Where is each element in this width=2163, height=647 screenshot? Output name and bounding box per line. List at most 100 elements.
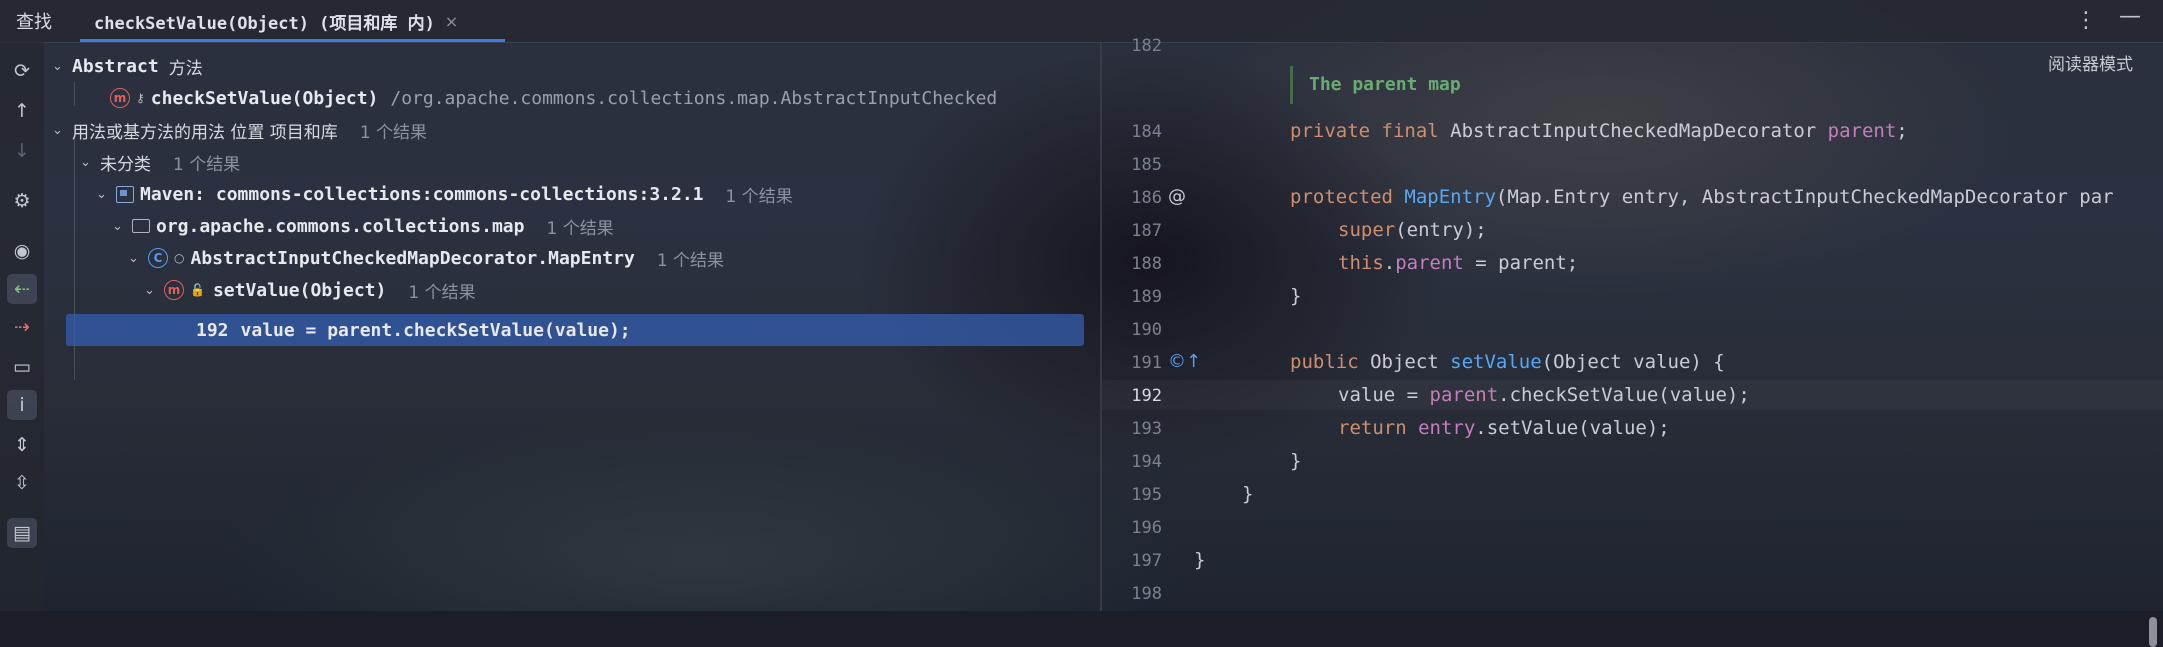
line-number: 186 — [1131, 188, 1162, 208]
method-icon: m — [164, 280, 184, 300]
chevron-down-icon[interactable]: ⌄ — [144, 283, 164, 298]
package-icon — [132, 219, 150, 233]
find-tool-window-header: 查找 checkSetValue(Object) (项目和库 内) × ⋮ — — [0, 0, 2163, 43]
chevron-down-icon[interactable]: ⌄ — [128, 251, 148, 266]
usages-group-label: 用法或基方法的用法 位置 项目和库 — [72, 122, 338, 143]
implements-gutter-icon[interactable]: ©↑ — [1168, 351, 1201, 372]
method-label: setValue(Object) — [212, 279, 387, 301]
type-name: AbstractInputCheckedMapDecorator — [1450, 120, 1828, 142]
method-icon: m — [110, 88, 130, 108]
chevron-down-icon[interactable]: ⌄ — [52, 59, 72, 74]
code-line: this.parent = parent; — [1338, 252, 1578, 274]
annotation-gutter-icon[interactable]: @ — [1168, 186, 1186, 207]
tree-node-target-header[interactable]: ⌄ Abstract 方法 — [52, 52, 203, 80]
maven-library-label: Maven: commons-collections:commons-colle… — [140, 183, 704, 205]
tree-node-usages[interactable]: ⌄ 用法或基方法的用法 位置 项目和库 1 个结果 — [52, 116, 427, 144]
layout-icon[interactable]: ▤ — [7, 518, 37, 548]
line-number: 193 — [1131, 419, 1162, 439]
chevron-down-icon[interactable]: ⌄ — [80, 155, 100, 170]
code-text: .checkSetValue(value); — [1498, 384, 1750, 406]
chevron-down-icon[interactable]: ⌄ — [52, 123, 72, 138]
chevron-down-icon[interactable]: ⌄ — [112, 219, 132, 234]
keyword: protected — [1290, 186, 1405, 208]
code-text: .setValue(value); — [1475, 417, 1670, 439]
target-method-path: /org.apache.commons.collections.map.Abst… — [390, 87, 998, 109]
line-number: 195 — [1131, 485, 1162, 505]
collapse-all-icon[interactable]: ⇳ — [7, 468, 37, 498]
doc-comment-text: The parent map — [1309, 74, 1461, 95]
target-method-name: checkSetValue(Object) — [150, 87, 379, 109]
doc-comment: The parent map — [1290, 66, 1793, 104]
package-label: org.apache.commons.collections.map — [156, 215, 525, 237]
target-kind-suffix: 方法 — [168, 58, 203, 79]
close-icon[interactable]: × — [445, 12, 458, 31]
settings-icon[interactable]: ⚙ — [7, 186, 37, 216]
type-name: Object — [1370, 351, 1451, 373]
arrow-down-icon[interactable]: ↓ — [7, 136, 37, 166]
method-count: 1 个结果 — [408, 282, 476, 303]
keyword: this — [1338, 252, 1384, 274]
code-line: protected MapEntry(Map.Entry entry, Abst… — [1290, 186, 2114, 208]
line-number: 187 — [1131, 221, 1162, 241]
folder-icon[interactable]: ▭ — [7, 352, 37, 382]
expand-all-icon[interactable]: ⇕ — [7, 430, 37, 460]
keyword: super — [1338, 219, 1396, 241]
reader-mode-button[interactable]: 阅读器模式 — [2048, 50, 2133, 75]
tree-node-package[interactable]: ⌄ org.apache.commons.collections.map 1 个… — [112, 212, 614, 240]
code-line: } — [1242, 483, 1254, 505]
usage-line-number: 192 — [196, 319, 229, 341]
find-tool-window-title: 查找 — [16, 12, 52, 33]
line-number: 198 — [1131, 584, 1162, 604]
uncategorized-count: 1 个结果 — [173, 154, 241, 175]
line-number: 190 — [1131, 320, 1162, 340]
code-line: public Object setValue(Object value) { — [1290, 351, 1725, 373]
lock-icon: 🔓 — [190, 283, 205, 297]
field-name: entry — [1418, 417, 1476, 439]
chevron-down-icon[interactable]: ⌄ — [96, 187, 116, 202]
line-number: 192 — [1131, 386, 1162, 406]
navigate-back-icon[interactable]: ⇠ — [7, 274, 37, 304]
tree-node-method[interactable]: ⌄ m 🔓 setValue(Object) 1 个结果 — [144, 276, 476, 304]
tree-node-usage-line[interactable]: 192 value = parent.checkSetValue(value); — [196, 316, 631, 344]
tree-node-target-method[interactable]: m ⚷ checkSetValue(Object) /org.apache.co… — [110, 84, 997, 112]
info-icon[interactable]: i — [7, 390, 37, 420]
line-number: 184 — [1131, 122, 1162, 142]
usage-line-code: value = parent.checkSetValue(value); — [240, 319, 631, 341]
tab-find-results[interactable]: checkSetValue(Object) (项目和库 内) × — [80, 0, 472, 42]
usages-tree: ⌄ Abstract 方法 m ⚷ checkSetValue(Object) … — [52, 50, 1092, 600]
line-number: 182 — [1131, 36, 1162, 56]
code-line: } — [1290, 450, 1302, 472]
find-toolbar: ⟳ ↑ ↓ ⚙ ◉ ⇠ ⇢ ▭ i ⇕ ⇳ ▤ — [0, 42, 44, 611]
field-name: parent — [1395, 252, 1464, 274]
line-number: 189 — [1131, 287, 1162, 307]
constructor-name: MapEntry — [1404, 186, 1496, 208]
target-kind-label: Abstract — [72, 55, 159, 77]
more-options-icon[interactable]: ⋮ — [2075, 8, 2097, 33]
class-count: 1 个结果 — [656, 250, 725, 271]
tree-node-maven[interactable]: ⌄ Maven: commons-collections:commons-col… — [96, 180, 793, 208]
uncategorized-label: 未分类 — [100, 154, 151, 175]
line-number: 196 — [1131, 518, 1162, 538]
class-icon: C — [148, 248, 168, 268]
usages-count: 1 个结果 — [359, 122, 428, 143]
code-text: (entry); — [1395, 219, 1487, 241]
keyword: return — [1338, 417, 1419, 439]
tree-node-uncategorized[interactable]: ⌄ 未分类 1 个结果 — [80, 148, 240, 176]
arrow-up-icon[interactable]: ↑ — [7, 96, 37, 126]
vertical-scrollbar[interactable] — [2149, 617, 2157, 647]
tree-guide — [74, 82, 75, 106]
class-label: AbstractInputCheckedMapDecorator.MapEntr… — [190, 247, 635, 269]
navigate-forward-icon[interactable]: ⇢ — [7, 312, 37, 342]
maven-count: 1 个结果 — [725, 186, 793, 207]
line-number: 197 — [1131, 551, 1162, 571]
key-icon: ⚷ — [136, 91, 145, 105]
refresh-icon[interactable]: ⟳ — [7, 56, 37, 86]
minimize-icon[interactable]: — — [2119, 4, 2141, 29]
library-icon — [116, 185, 134, 203]
code-line: super(entry); — [1338, 219, 1487, 241]
tree-node-class[interactable]: ⌄ C ○ AbstractInputCheckedMapDecorator.M… — [128, 244, 724, 272]
code-preview[interactable]: 阅读器模式 182 The parent map 184 private fin… — [1102, 36, 2163, 647]
line-number: 185 — [1131, 155, 1162, 175]
code-line: } — [1194, 549, 1206, 571]
preview-eye-icon[interactable]: ◉ — [7, 236, 37, 266]
